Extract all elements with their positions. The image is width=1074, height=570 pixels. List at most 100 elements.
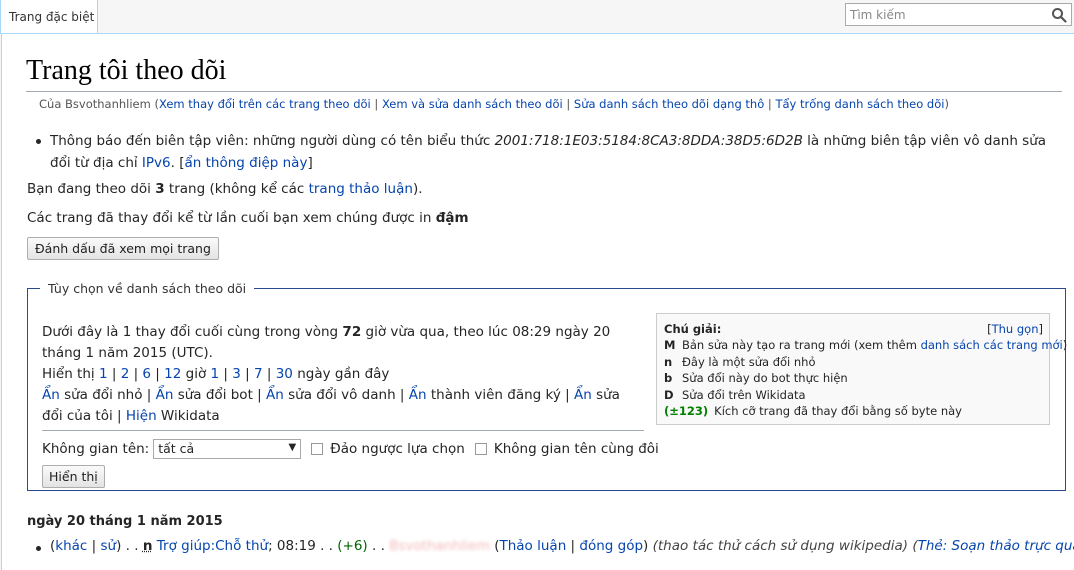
- legend-items: M Bản sửa này tạo ra trang mới (xem thêm …: [664, 337, 1067, 420]
- associated-label[interactable]: Không gian tên cùng đôi: [494, 441, 659, 457]
- minor-edit-flag: n: [142, 538, 153, 554]
- bullet: [36, 546, 41, 551]
- editor-notice: Thông báo đến biên tập viên: những người…: [36, 130, 1066, 174]
- legend-text-new-after: ): [1062, 338, 1068, 352]
- options-summary: Dưới đây là 1 thay đổi cuối cùng trong v…: [42, 322, 642, 427]
- legend-key-bot: b: [664, 371, 673, 385]
- namespace-row: Không gian tên: tất cả ▼ Đảo ngược lựa c…: [42, 439, 659, 459]
- clear-watchlist-link[interactable]: Tẩy trống danh sách theo dõi: [775, 97, 944, 111]
- summary-before: Dưới đây là 1 thay đổi cuối cùng trong v…: [42, 324, 343, 340]
- hide-registered-link[interactable]: Ẩn: [409, 387, 427, 403]
- new-pages-link[interactable]: danh sách các trang mới: [921, 338, 1063, 352]
- edit-raw-watchlist-link[interactable]: Sửa danh sách theo dõi dạng thô: [574, 97, 764, 111]
- legend-text-wikidata: Sửa đổi trên Wikidata: [682, 387, 806, 402]
- show-button[interactable]: Hiển thị: [42, 465, 105, 488]
- separator: |: [764, 97, 776, 111]
- legend-text-size: Kích cỡ trang đã thay đổi bằng số byte n…: [714, 404, 962, 418]
- show-label: Hiển thị: [42, 366, 99, 382]
- subtitle-suffix: ): [944, 97, 949, 111]
- legend-item: n Đây là một sửa đổi nhỏ: [664, 354, 1067, 371]
- bracket-close: ]: [1038, 322, 1044, 336]
- watch-count-middle: trang (không kể các: [164, 181, 309, 197]
- invert-label[interactable]: Đảo ngược lựa chọn: [330, 441, 465, 457]
- legend-text-bot: Sửa đổi này do bot thực hiện: [682, 371, 848, 385]
- watch-count-before: Bạn đang theo dõi: [27, 181, 156, 197]
- user-talk-link[interactable]: Thảo luận: [499, 538, 566, 554]
- hide-registered-text: thành viên đăng ký: [426, 387, 561, 403]
- bold-note-line: Các trang đã thay đổi kể từ lần cuối bạn…: [27, 210, 469, 226]
- days-7-link[interactable]: 7: [254, 366, 263, 382]
- days-1-link[interactable]: 1: [211, 366, 220, 382]
- hide-mine-link[interactable]: Ẩn: [574, 387, 592, 403]
- diff-link[interactable]: khác: [55, 538, 87, 554]
- legend-title: Chú giải:: [664, 322, 722, 336]
- days-3-link[interactable]: 3: [232, 366, 241, 382]
- page-subtitle: Của Bsvothanhliem (Xem thay đổi trên các…: [39, 97, 949, 111]
- change-list-item: (khác | sử) . . n Trợ giúp:Chỗ thử; 08:1…: [36, 538, 1074, 554]
- notice-close: ]: [307, 155, 313, 171]
- changed-page-link[interactable]: Trợ giúp:Chỗ thử: [157, 538, 268, 554]
- hide-bots-link[interactable]: Ẩn: [156, 387, 174, 403]
- user-link[interactable]: Bsvothanhliem: [389, 538, 490, 554]
- hours-1-link[interactable]: 1: [99, 366, 108, 382]
- change-time: ; 08:19 . .: [268, 538, 338, 554]
- hide-notice-link[interactable]: ẩn thông điệp này: [184, 155, 307, 171]
- edit-summary: (thao tác thử cách sử dụng wikipedia): [652, 538, 909, 554]
- legend-key-minor: n: [664, 354, 673, 369]
- hide-bots-text: sửa đổi bot: [173, 387, 253, 403]
- associated-checkbox[interactable]: [474, 443, 487, 455]
- hide-anons-link[interactable]: Ẩn: [266, 387, 284, 403]
- notice-period: . [: [170, 155, 185, 171]
- hide-anons-text: sửa đổi vô danh: [283, 387, 396, 403]
- hide-minor-link[interactable]: Ẩn: [42, 387, 60, 403]
- options-legend: Tùy chọn về danh sách theo dõi: [48, 281, 247, 296]
- top-bar: Trang đặc biệt: [0, 0, 1074, 34]
- show-wikidata-text: Wikidata: [156, 408, 220, 424]
- changes-date-heading: ngày 20 tháng 1 năm 2015: [27, 514, 223, 529]
- namespace-value: tất cả: [158, 441, 195, 456]
- show-wikidata-link[interactable]: Hiện: [126, 408, 157, 424]
- title-divider: [26, 91, 1062, 92]
- main-content: Trang tôi theo dõi Của Bsvothanhliem (Xe…: [1, 33, 1074, 570]
- tag-link[interactable]: Thẻ: Soạn thảo trực quan: [918, 538, 1074, 554]
- days-30-link[interactable]: 30: [276, 366, 293, 382]
- talk-pages-link[interactable]: trang thảo luận: [309, 181, 413, 197]
- size-diff: (+6): [337, 538, 368, 554]
- legend-text-new: Bản sửa này tạo ra trang mới (xem thêm: [682, 338, 921, 352]
- history-link[interactable]: sử: [101, 538, 117, 554]
- hours-2-link[interactable]: 2: [121, 366, 130, 382]
- ipv6-link[interactable]: IPv6: [142, 155, 171, 171]
- search-input[interactable]: [846, 4, 1041, 25]
- notice-text-before: Thông báo đến biên tập viên: những người…: [50, 133, 495, 149]
- bullet: [36, 139, 41, 144]
- user-contribs-link[interactable]: đóng góp: [579, 538, 643, 554]
- bold-note-bold: đậm: [435, 210, 469, 226]
- summary-hours: 72: [342, 324, 362, 340]
- tab-special-page[interactable]: Trang đặc biệt: [0, 0, 98, 34]
- search-box: [845, 3, 1072, 26]
- legend-key-new: M: [664, 338, 676, 352]
- separator: |: [370, 97, 382, 111]
- invert-checkbox[interactable]: [311, 443, 324, 455]
- hours-12-link[interactable]: 12: [164, 366, 181, 382]
- edit-watchlist-link[interactable]: Xem và sửa danh sách theo dõi: [382, 97, 563, 111]
- legend-collapse-link[interactable]: Thu gọn: [992, 322, 1039, 336]
- bold-note-text: Các trang đã thay đổi kể từ lần cuối bạn…: [27, 210, 436, 226]
- view-watchlist-changes-link[interactable]: Xem thay đổi trên các trang theo dõi: [159, 97, 371, 111]
- legend-key-size: (±123): [664, 404, 709, 418]
- tab-special-page-label: Trang đặc biệt: [9, 10, 95, 24]
- legend-text-minor: Đây là một sửa đổi nhỏ: [682, 354, 816, 369]
- dropdown-arrow-icon: ▼: [288, 442, 297, 453]
- namespace-select[interactable]: tất cả ▼: [153, 439, 302, 459]
- hours-6-link[interactable]: 6: [142, 366, 151, 382]
- watchlist-options: Tùy chọn về danh sách theo dõi Dưới đây …: [27, 281, 1067, 491]
- search-icon[interactable]: [1051, 7, 1067, 23]
- legend-box: Chú giải: [Thu gọn] M Bản sửa này tạo ra …: [656, 313, 1067, 425]
- period-selector: Hiển thị 1 | 2 | 6 | 12 giờ 1 | 3 | 7 | …: [42, 366, 390, 382]
- watch-count-after: ).: [412, 181, 423, 197]
- legend-item: b Sửa đổi này do bot thực hiện: [664, 370, 1067, 387]
- ip-pattern: 2001:718:1E03:5184:8CA3:8DDA:38D5:6D2B: [494, 133, 803, 149]
- legend-collapse: [Thu gọn]: [987, 321, 1043, 338]
- mark-all-visited-button[interactable]: Đánh dấu đã xem mọi trang: [27, 237, 219, 260]
- legend-item: (±123) Kích cỡ trang đã thay đổi bằng số …: [664, 403, 1067, 420]
